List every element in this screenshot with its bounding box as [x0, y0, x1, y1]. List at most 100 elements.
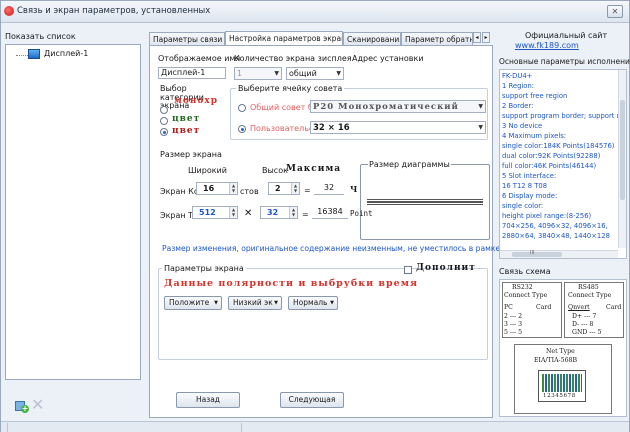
data-polarity-dropdown[interactable]: Положите ▼ — [164, 296, 222, 310]
params-line: height pixel range:(8-256) — [502, 212, 592, 220]
list-item-display-1[interactable]: Дисплей-1 — [44, 49, 88, 58]
category-radio-2[interactable] — [160, 117, 168, 125]
horizontal-scrollbar[interactable]: III — [500, 250, 618, 258]
width-pixel-value: 512 — [199, 208, 216, 217]
total-pixels-suffix: Point — [350, 209, 373, 218]
resize-warning: Размер изменения, оригинальное содержани… — [162, 244, 518, 253]
cell-common-select[interactable]: P20 Монохроматический ▼ — [310, 100, 486, 113]
category-option-1: монохр — [174, 96, 219, 106]
tree-connector — [16, 55, 28, 56]
screen-pixels-row-label: Экран Т — [160, 211, 194, 220]
screen-count-label: Количество экрана зисплея — [234, 54, 352, 63]
cell-common-value: P20 Монохроматический — [313, 102, 459, 112]
chevron-down-icon: ▼ — [274, 300, 278, 306]
width-count-spinner[interactable]: 16 ▲ ▼ — [196, 182, 238, 195]
rj45-connector-icon: 12345678 — [538, 370, 586, 402]
height-pixel-spinner[interactable]: 32 ▲ ▼ — [260, 206, 298, 219]
equals-sign-1: = — [304, 186, 311, 195]
official-site-link[interactable]: www.fk189.com — [515, 41, 579, 50]
width-count-value: 16 — [203, 184, 215, 193]
status-divider — [241, 423, 242, 432]
cell-custom-value: 32 × 16 — [313, 123, 350, 133]
height-label: Высок — [262, 166, 288, 175]
diagram-bar — [367, 199, 483, 205]
scan-mode-value: Нормаль — [293, 298, 328, 307]
vertical-scrollbar[interactable] — [618, 70, 626, 248]
cell-custom-label: Пользовательск — [250, 124, 319, 133]
data-polarity-value: Положите — [169, 298, 210, 307]
chevron-down-icon: ▼ — [274, 70, 279, 77]
scroll-thumb[interactable] — [620, 100, 625, 200]
spin-arrows-icon: ▲ ▼ — [289, 207, 297, 218]
params-line: 16 T12 8 T08 — [502, 182, 548, 190]
oe-polarity-dropdown[interactable]: Низкий эк ▼ — [228, 296, 282, 310]
screen-settings-panel: Отображаемое имя Количество экрана зиспл… — [149, 45, 518, 418]
params-title: Основные параметры исполнения — [499, 57, 630, 66]
category-radio-3[interactable] — [160, 128, 168, 136]
params-line: support program border; support r — [502, 112, 620, 120]
height-count-spinner[interactable]: 2 ▲ ▼ — [268, 182, 300, 195]
scan-mode-dropdown[interactable]: Нормаль ▼ — [288, 296, 338, 310]
height-count-value: 2 — [275, 184, 281, 193]
spin-arrows-icon: ▲ ▼ — [291, 183, 299, 194]
next-button[interactable]: Следующая — [280, 392, 344, 408]
polarity-heading: Данные полярности и выбрубки время — [164, 278, 418, 289]
category-radio-1[interactable] — [160, 106, 168, 114]
window-title: Связь и экран параметров, установленных — [17, 6, 211, 16]
rj45-wires — [542, 374, 582, 392]
category-option-3: цвет — [172, 126, 201, 136]
tab-scroll-left[interactable]: ◂ — [473, 32, 481, 43]
net-title: Net Type — [546, 348, 575, 355]
address-select[interactable]: общий ▼ — [286, 67, 344, 80]
title-bar: Связь и экран параметров, установленных … — [1, 1, 629, 23]
params-line: FK-DU4+ — [502, 72, 533, 80]
tab-communication[interactable]: Параметры связи — [149, 32, 225, 46]
chevron-down-icon: ▼ — [478, 103, 483, 110]
spin-arrows-icon: ▲ ▼ — [229, 207, 237, 218]
connection-diagram: RS232 Connect Type PC Card 2 --- 2 3 ---… — [499, 279, 627, 417]
display-name-label: Отображаемое имя — [158, 54, 241, 63]
tab-scroll-right[interactable]: ▸ — [482, 32, 490, 43]
cell-radio-common[interactable] — [238, 104, 246, 112]
width-pixel-spinner[interactable]: 512 ▲ ▼ — [192, 206, 238, 219]
screen-count-row-label: Экран Ко — [160, 187, 199, 196]
times-icon: ✕ — [244, 208, 253, 219]
back-button[interactable]: Назад — [176, 392, 240, 408]
screen-params-label: Параметры экрана — [162, 264, 246, 273]
params-line: 1 Region: — [502, 82, 535, 90]
tab-scanning[interactable]: Сканирования — [343, 32, 401, 46]
params-line: 704×256, 4096×32, 4096×16, — [502, 222, 608, 230]
cell-radio-custom[interactable] — [238, 125, 246, 133]
chevron-down-icon: ▼ — [478, 124, 483, 131]
tab-feedback[interactable]: Параметр обратн — [401, 32, 473, 46]
cell-custom-select[interactable]: 32 × 16 ▼ — [310, 121, 486, 134]
extra-checkbox[interactable] — [404, 266, 412, 274]
params-line: dual color:92K Points(92288) — [502, 152, 601, 160]
close-button[interactable]: ✕ — [607, 5, 623, 18]
display-list[interactable]: Дисплей-1 — [5, 44, 141, 380]
status-bar — [1, 421, 629, 432]
chevron-down-icon: ▼ — [336, 70, 341, 77]
max-label: Максима — [286, 164, 342, 174]
display-name-input[interactable]: Дисплей-1 — [158, 67, 226, 79]
total-pixels-value: 16384 — [312, 207, 348, 219]
official-site-label: Официальный сайт — [525, 31, 608, 40]
oe-polarity-value: Низкий эк — [233, 298, 273, 307]
rs232-frame — [502, 282, 562, 338]
display-list-label: Показать список — [5, 32, 76, 41]
scroll-thumb[interactable] — [512, 252, 562, 257]
net-subtitle: EIA/TIA-568B — [534, 357, 578, 364]
remove-display-button[interactable]: ✕ — [31, 397, 44, 413]
screen-count-select[interactable]: 1 ▼ — [234, 67, 282, 80]
spin-arrows-icon: ▲ ▼ — [229, 183, 237, 194]
status-divider — [7, 423, 8, 432]
connection-title: Связь схема — [499, 267, 551, 276]
count-suffix: Ч — [350, 184, 359, 194]
params-list[interactable]: FK-DU4+ 1 Region: support free region 2 Bo… — [499, 69, 627, 259]
total-count-value: 32 — [314, 183, 344, 195]
category-option-2: цвет — [172, 114, 201, 124]
settings-window: Связь и экран параметров, установленных … — [0, 0, 630, 432]
add-display-button[interactable]: + — [15, 399, 29, 413]
params-line: 3 No device — [502, 122, 543, 130]
chevron-down-icon: ▼ — [214, 300, 218, 306]
